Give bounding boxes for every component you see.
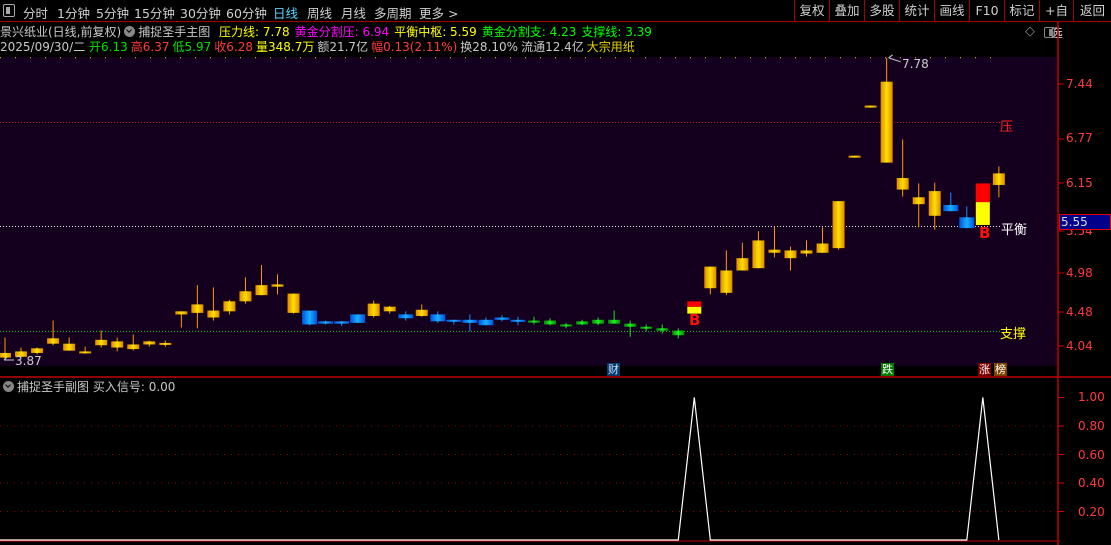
candle-body — [79, 351, 92, 354]
candle-body — [544, 320, 557, 325]
sub-chart-header: 捕捉圣手副图 买入信号: 0.00 — [0, 378, 175, 395]
candle-body — [864, 105, 877, 108]
candle-body — [0, 352, 11, 358]
candle-body — [239, 291, 252, 302]
candle-body — [31, 348, 44, 353]
candle-body — [704, 266, 717, 289]
candle-body — [111, 341, 124, 348]
candle-body — [143, 341, 156, 345]
candle-body — [527, 320, 540, 323]
candle-body — [608, 319, 621, 324]
support-label: 支撑 — [1000, 327, 1027, 342]
candle-body — [800, 250, 813, 254]
candle-body — [318, 321, 334, 324]
sub-axis-label: 1.00 — [1078, 390, 1105, 404]
candle-body — [784, 250, 797, 259]
sub-axis-label: 0.80 — [1078, 419, 1105, 433]
price-axis-label: 7.44 — [1066, 77, 1093, 91]
candle-body — [415, 309, 428, 316]
candle-body — [127, 344, 140, 350]
candle-body — [672, 330, 685, 336]
drop-event-tag[interactable]: 跌 — [881, 363, 894, 376]
current-price-box: 5.55 — [1059, 214, 1111, 230]
candle-body — [287, 293, 300, 313]
candle-body — [383, 306, 396, 312]
signal-candle-top — [975, 183, 990, 203]
candle-body — [63, 343, 76, 351]
candle-body — [302, 310, 318, 325]
candle-body — [720, 270, 733, 293]
main-chart-background — [0, 57, 1058, 366]
rise-event-tag[interactable]: 涨 — [978, 363, 991, 376]
kline-chart[interactable] — [0, 0, 1111, 545]
candle-body — [223, 301, 236, 312]
balance-label: 平衡 — [1001, 223, 1028, 238]
candle-body — [896, 178, 909, 190]
candle-body — [880, 81, 893, 163]
price-axis-label: 6.77 — [1066, 131, 1093, 145]
candle-body — [398, 314, 414, 319]
candle-body — [943, 204, 959, 212]
candle-body — [159, 342, 172, 345]
candle-body — [592, 319, 605, 324]
ranking-event-tag[interactable]: 榜 — [994, 363, 1007, 376]
candle-body — [656, 328, 669, 331]
candle-body — [736, 258, 749, 271]
candle-body — [624, 323, 637, 327]
price-axis-label: 4.04 — [1066, 339, 1093, 353]
candle-body — [494, 317, 510, 320]
candle-body — [95, 339, 108, 346]
candle-body — [959, 217, 975, 229]
price-axis-label: 4.98 — [1066, 266, 1093, 280]
candle-body — [816, 243, 829, 253]
high-price-label: 7.78 — [902, 57, 929, 71]
candle-body — [928, 191, 941, 216]
candle-body — [446, 319, 462, 322]
candle-body — [47, 338, 60, 344]
buy-signal-line — [0, 397, 1000, 541]
candle-body — [752, 240, 765, 269]
candle-body — [510, 319, 526, 322]
candle-body — [334, 321, 350, 324]
candle-body — [175, 311, 188, 315]
candle-body — [430, 314, 446, 322]
sub-axis-label: 0.60 — [1078, 448, 1105, 462]
buy-signal-value: 买入信号: 0.00 — [92, 380, 176, 394]
candle-body — [848, 155, 861, 158]
buy-signal-marker: B — [689, 311, 701, 329]
candle-body — [271, 284, 284, 287]
candle-body — [367, 303, 380, 316]
buy-signal-marker: B — [979, 224, 991, 242]
price-axis-label: 6.15 — [1066, 176, 1093, 190]
pressure-label: 压 — [1000, 120, 1014, 135]
candle-body — [207, 310, 220, 318]
candle-body — [462, 319, 478, 323]
candle-body — [992, 173, 1005, 185]
signal-candle-top — [687, 301, 702, 307]
sub-indicator-dropdown-icon[interactable] — [3, 381, 14, 392]
candle-body — [350, 314, 366, 323]
price-axis-label: 4.48 — [1066, 305, 1093, 319]
candle-body — [255, 285, 268, 296]
candle-body — [576, 321, 589, 325]
candle-body — [560, 324, 573, 327]
sub-indicator-name[interactable]: 捕捉圣手副图 — [17, 380, 89, 394]
low-price-label: 3.87 — [15, 354, 42, 368]
candle-body — [191, 304, 204, 313]
candle-body — [832, 201, 845, 249]
sub-axis-label: 0.20 — [1078, 505, 1105, 519]
finance-event-tag[interactable]: 财 — [607, 363, 620, 376]
candle-body — [912, 197, 925, 205]
signal-candle-bottom — [975, 202, 990, 226]
candle-body — [640, 326, 653, 329]
candle-body — [478, 319, 494, 326]
candle-body — [768, 249, 781, 253]
sub-axis-label: 0.40 — [1078, 476, 1105, 490]
